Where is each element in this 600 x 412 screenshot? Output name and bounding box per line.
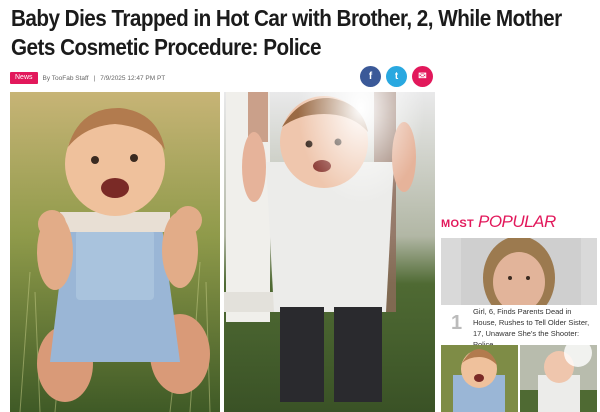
byline: By TooFab Staff: [42, 74, 89, 82]
most-popular-heading: MOST POPULAR: [441, 212, 556, 232]
popular-rank-number: 1: [451, 312, 463, 334]
article-meta: News By TooFab Staff | 7/9/2025 12:47 PM…: [10, 72, 165, 84]
most-label: MOST: [441, 218, 474, 230]
related-thumb-baby-sitting[interactable]: [441, 345, 518, 412]
popular-item-title[interactable]: Girl, 6, Finds Parents Dead in House, Ru…: [473, 306, 597, 350]
article-headline: Baby Dies Trapped in Hot Car with Brothe…: [11, 5, 562, 60]
facebook-share-button[interactable]: f: [360, 66, 381, 87]
article-photo-baby-sitting: [10, 92, 220, 412]
popular-item-thumbnail[interactable]: [441, 238, 597, 305]
publish-date: 7/9/2025 12:47 PM PT: [100, 74, 166, 82]
related-thumb-toddler[interactable]: [520, 345, 597, 412]
popular-label: POPULAR: [477, 212, 556, 231]
email-icon: ✉: [418, 71, 427, 82]
meta-separator: |: [93, 74, 96, 82]
facebook-icon: f: [368, 71, 373, 82]
twitter-share-button[interactable]: t: [386, 66, 407, 87]
email-share-button[interactable]: ✉: [412, 66, 433, 87]
twitter-icon: t: [394, 71, 399, 82]
article-photo-toddler-standing: [224, 92, 435, 412]
category-badge[interactable]: News: [10, 72, 38, 84]
